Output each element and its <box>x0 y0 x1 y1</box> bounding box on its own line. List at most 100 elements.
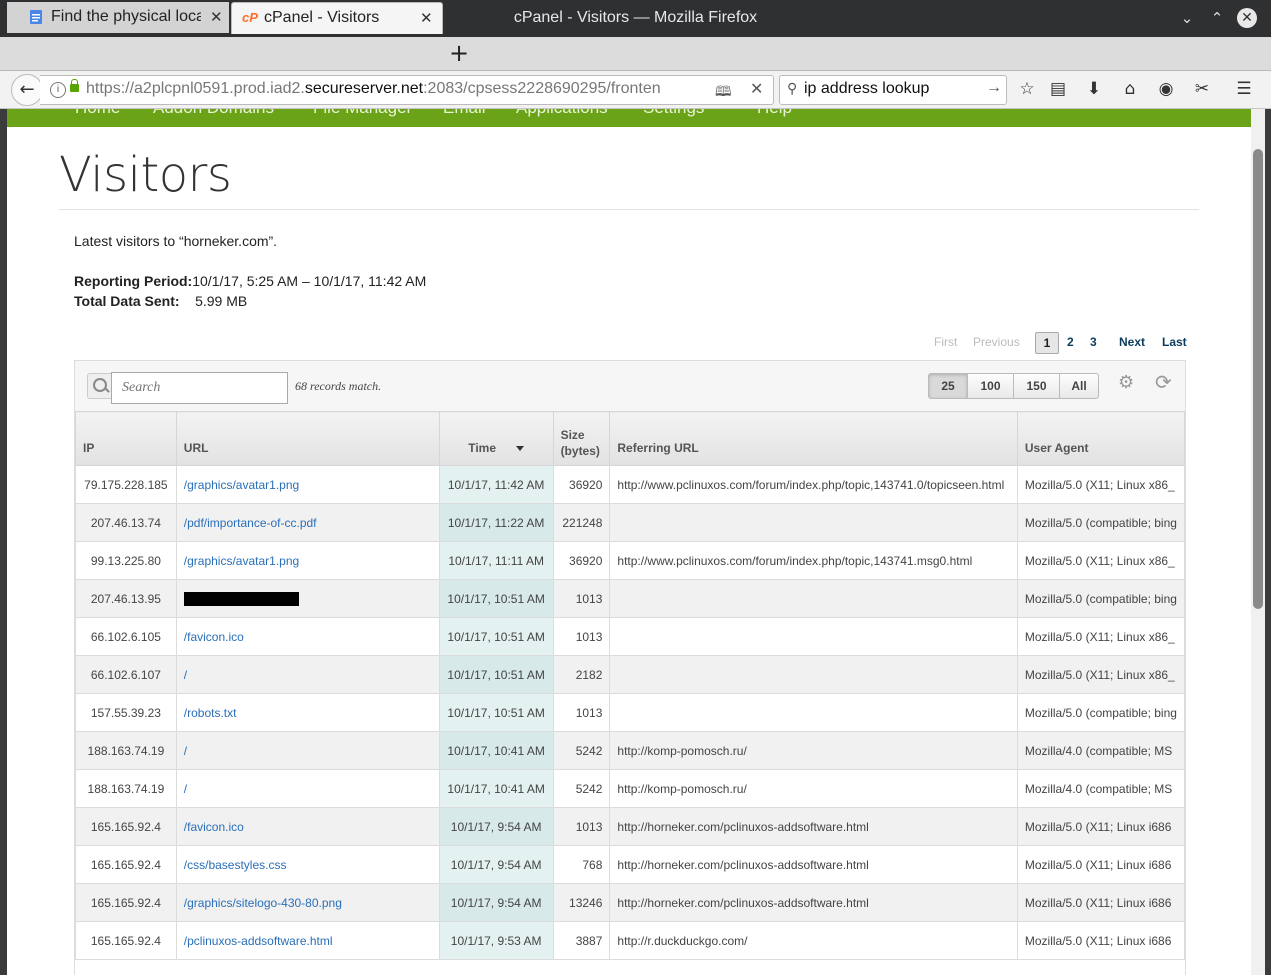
pager-page-1[interactable]: 1 <box>1035 332 1059 354</box>
cell-referring-url <box>609 579 1018 618</box>
window-close-icon[interactable]: ✕ <box>1237 8 1257 28</box>
url-link[interactable]: /favicon.ico <box>184 630 244 644</box>
nav-addon-domains[interactable]: Addon Domains <box>153 109 274 118</box>
download-icon[interactable]: ⬇ <box>1083 78 1105 100</box>
cell-ip: 79.175.228.185 <box>75 465 177 504</box>
col-time[interactable]: Time <box>438 411 554 466</box>
cell-ip: 165.165.92.4 <box>75 807 177 846</box>
col-url[interactable]: URL <box>175 411 440 466</box>
gear-icon[interactable]: ⚙ <box>1118 372 1134 393</box>
bookmark-star-icon[interactable]: ☆ <box>1016 78 1038 100</box>
url-link[interactable]: /graphics/avatar1.png <box>184 478 299 492</box>
cell-user-agent: Mozilla/4.0 (compatible; MS <box>1016 731 1186 770</box>
nav-help[interactable]: Help <box>757 109 792 118</box>
cell-user-agent: Mozilla/5.0 (compatible; bing <box>1016 579 1186 618</box>
table-row: 66.102.6.107 / 10/1/17, 10:51 AM 2182 Mozill… <box>75 655 1186 694</box>
pager-previous: Previous <box>973 335 1020 349</box>
url-bar[interactable]: i https://a2plcpnl0591.prod.iad2.secures… <box>40 75 774 105</box>
col-referring-url[interactable]: Referring URL <box>609 411 1018 466</box>
cell-url: / <box>175 655 440 694</box>
nav-settings[interactable]: Settings <box>643 109 704 118</box>
new-tab-icon[interactable]: + <box>449 40 469 66</box>
table-toolbar: 68 records match. 25 100 150 All ⚙ ⟳ <box>75 361 1185 412</box>
cell-referring-url: http://komp-pomosch.ru/ <box>609 731 1018 770</box>
col-user-agent[interactable]: User Agent <box>1016 411 1186 466</box>
screenshot-icon[interactable]: ✂ <box>1191 78 1213 100</box>
cell-size: 5242 <box>552 769 611 808</box>
url-link[interactable]: / <box>184 744 187 758</box>
page-size-all[interactable]: All <box>1059 373 1099 399</box>
pager-page-2[interactable]: 2 <box>1067 332 1074 352</box>
menu-icon[interactable]: ☰ <box>1233 78 1255 100</box>
page-size-25[interactable]: 25 <box>928 373 968 399</box>
tab-close-icon[interactable]: ✕ <box>420 9 433 27</box>
pager-next[interactable]: Next <box>1119 332 1145 352</box>
redacted-block <box>183 591 299 606</box>
cell-ip: 207.46.13.95 <box>75 579 177 618</box>
url-link[interactable]: /graphics/avatar1.png <box>184 554 299 568</box>
col-size[interactable]: Size (bytes) <box>552 411 611 466</box>
table-row: 79.175.228.185/graphics/avatar1.png 10/1/… <box>75 465 1186 504</box>
back-arrow-icon[interactable]: ← <box>11 74 43 106</box>
nav-applications[interactable]: Applications <box>516 109 608 118</box>
page-scrollbar[interactable] <box>1251 109 1265 975</box>
url-link[interactable]: /graphics/sitelogo-430-80.png <box>184 896 342 910</box>
reading-list-icon[interactable]: ▤ <box>1047 78 1069 100</box>
search-go-icon[interactable]: → <box>986 79 1002 97</box>
cell-referring-url: http://komp-pomosch.ru/ <box>609 769 1018 808</box>
maximize-icon[interactable]: ⌃ <box>1207 8 1227 28</box>
tab-close-icon[interactable]: ✕ <box>210 8 223 26</box>
url-link[interactable]: / <box>184 668 187 682</box>
cell-user-agent: Mozilla/5.0 (X11; Linux x86_ <box>1016 541 1186 580</box>
table-row: 188.163.74.19 / 10/1/17, 10:41 AM 5242 http:… <box>75 769 1186 808</box>
cell-time: 10/1/17, 10:51 AM <box>438 617 554 656</box>
cell-url <box>175 579 440 618</box>
url-text[interactable]: https://a2plcpnl0591.prod.iad2.secureser… <box>86 80 676 98</box>
cell-url: /favicon.ico <box>175 807 440 846</box>
pager-last[interactable]: Last <box>1162 332 1187 352</box>
table-row: 165.165.92.4/pclinuxos-addsoftware.html 1… <box>75 921 1186 960</box>
cell-user-agent: Mozilla/5.0 (X11; Linux i686 <box>1016 845 1186 884</box>
search-input[interactable] <box>111 372 288 404</box>
cell-size: 1013 <box>552 693 611 732</box>
home-icon[interactable]: ⌂ <box>1119 78 1141 100</box>
page-size-150[interactable]: 150 <box>1013 373 1060 399</box>
visitors-table-panel: 68 records match. 25 100 150 All ⚙ ⟳ IP … <box>74 360 1186 975</box>
scrollbar-thumb[interactable] <box>1253 149 1263 609</box>
url-link[interactable]: /css/basestyles.css <box>184 858 287 872</box>
cell-size: 5242 <box>552 731 611 770</box>
reader-view-icon[interactable]: 🕮 <box>715 81 732 105</box>
cell-size: 36920 <box>552 541 611 580</box>
cell-url: /graphics/sitelogo-430-80.png <box>175 883 440 922</box>
nav-file-manager[interactable]: File Manager <box>313 109 412 118</box>
url-link[interactable]: /pdf/importance-of-cc.pdf <box>184 516 317 530</box>
pager-page-3[interactable]: 3 <box>1090 332 1097 352</box>
page-size-100[interactable]: 100 <box>967 373 1014 399</box>
minimize-icon[interactable]: ⌄ <box>1177 8 1197 28</box>
url-link[interactable]: /favicon.ico <box>184 820 244 834</box>
cell-referring-url: http://horneker.com/pclinuxos-addsoftwar… <box>609 845 1018 884</box>
cell-referring-url <box>609 617 1018 656</box>
pager-first: First <box>934 335 958 349</box>
search-bar[interactable]: ⚲ ip address lookup → <box>779 75 1007 105</box>
url-link[interactable]: / <box>184 782 187 796</box>
url-link[interactable]: /robots.txt <box>184 706 237 720</box>
pocket-icon[interactable]: ◉ <box>1155 78 1177 100</box>
nav-home[interactable]: Home <box>75 109 120 118</box>
cell-referring-url: http://www.pclinuxos.com/forum/index.php… <box>609 541 1018 580</box>
cell-user-agent: Mozilla/5.0 (X11; Linux x86_ <box>1016 655 1186 694</box>
tab-cpanel-visitors[interactable]: cP cPanel - Visitors ✕ <box>231 2 443 34</box>
nav-email[interactable]: Email <box>443 109 486 118</box>
url-link[interactable]: /pclinuxos-addsoftware.html <box>184 934 333 948</box>
cell-user-agent: Mozilla/5.0 (compatible; bing <box>1016 693 1186 732</box>
stop-icon[interactable]: ✕ <box>750 79 763 99</box>
cell-size: 2182 <box>552 655 611 694</box>
search-icon[interactable] <box>87 373 112 399</box>
search-input[interactable]: ip address lookup <box>804 80 929 98</box>
refresh-icon[interactable]: ⟳ <box>1155 370 1172 395</box>
col-ip[interactable]: IP <box>75 411 177 466</box>
tab-find-location[interactable]: Find the physical loca ✕ <box>7 2 229 33</box>
info-icon[interactable]: i <box>50 82 66 98</box>
docs-icon <box>30 10 42 24</box>
page-title: Visitors <box>59 147 232 203</box>
